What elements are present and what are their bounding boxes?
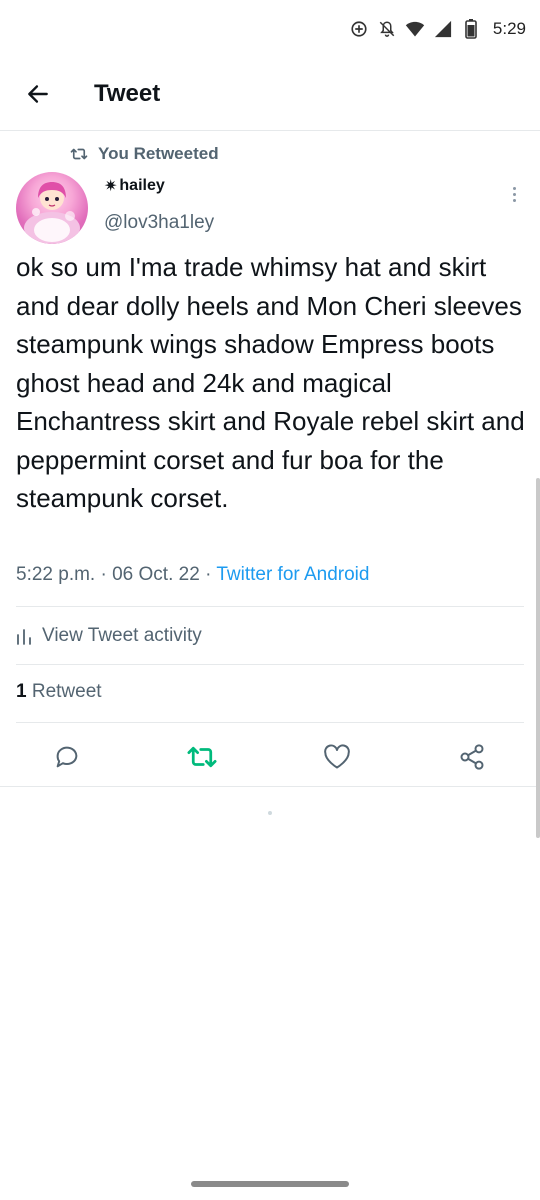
retweet-count-label: Retweet	[31, 681, 102, 702]
home-indicator[interactable]	[191, 1181, 349, 1187]
app-bar: Tweet	[0, 58, 540, 131]
retweet-count[interactable]: 1 Retweet	[16, 681, 102, 703]
like-button[interactable]	[320, 740, 354, 774]
status-bar: 5:29	[0, 0, 540, 58]
divider	[0, 786, 540, 787]
retweet-icon	[187, 746, 217, 768]
status-time: 5:29	[492, 19, 526, 38]
back-arrow-icon	[28, 85, 48, 103]
battery-icon	[461, 19, 481, 39]
more-dot	[512, 198, 516, 202]
tweet-meta: 5:22 p.m. · 06 Oct. 22 · Twitter for And…	[16, 564, 369, 586]
more-options-button[interactable]	[504, 184, 524, 204]
meta-separator: ·	[205, 564, 212, 585]
loading-indicator	[268, 811, 272, 815]
tweet-date: 06 Oct. 22	[112, 564, 200, 585]
meta-separator: ·	[100, 564, 107, 585]
retweet-button[interactable]	[185, 740, 219, 774]
share-button[interactable]	[455, 740, 489, 774]
back-button[interactable]	[18, 74, 58, 114]
tweet-time: 5:22 p.m.	[16, 564, 96, 585]
notifications-off-icon	[377, 19, 397, 39]
page-title: Tweet	[94, 80, 161, 107]
wifi-icon	[405, 19, 425, 39]
author-name: hailey	[119, 177, 165, 194]
analytics-icon	[17, 629, 31, 645]
heart-icon	[324, 744, 350, 769]
author-handle[interactable]: @lov3ha1ley	[104, 212, 214, 234]
data-saver-icon	[349, 19, 369, 39]
tweet-actions	[0, 728, 540, 786]
tweet-text: ok so um I'ma trade whimsy hat and skirt…	[16, 252, 525, 513]
reply-icon	[56, 746, 78, 768]
retweet-count-value: 1	[16, 681, 27, 702]
more-dot	[512, 186, 516, 190]
view-tweet-activity-button[interactable]: View Tweet activity	[16, 622, 202, 650]
retweeted-indicator: You Retweeted	[70, 142, 219, 166]
more-dot	[512, 192, 516, 196]
tweet-source-link[interactable]: Twitter for Android	[216, 564, 369, 585]
divider	[16, 606, 524, 607]
signal-icon	[433, 19, 453, 39]
divider	[16, 722, 524, 723]
avatar[interactable]	[16, 172, 88, 244]
retweet-small-icon	[70, 148, 88, 160]
share-icon	[460, 744, 484, 770]
author-display-name[interactable]: ✷ hailey	[104, 176, 165, 196]
retweeted-label: You Retweeted	[98, 144, 219, 163]
name-prefix-glyph: ✷	[104, 178, 118, 195]
avatar-image	[24, 182, 80, 244]
reply-button[interactable]	[50, 740, 84, 774]
activity-label: View Tweet activity	[42, 625, 202, 646]
scrollbar[interactable]	[536, 478, 540, 838]
divider	[16, 664, 524, 665]
